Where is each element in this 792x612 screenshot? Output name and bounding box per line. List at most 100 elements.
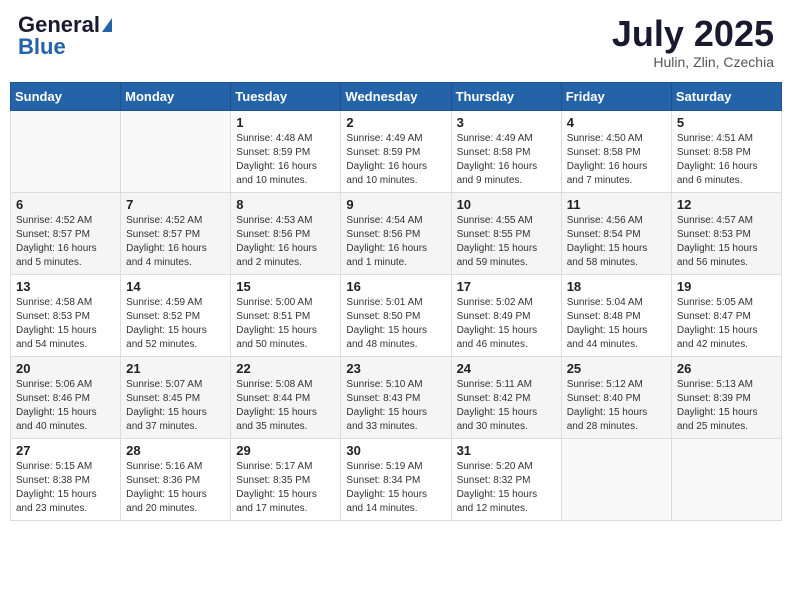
calendar-day-cell: 13Sunrise: 4:58 AM Sunset: 8:53 PM Dayli…	[11, 274, 121, 356]
day-number: 29	[236, 443, 335, 458]
day-number: 22	[236, 361, 335, 376]
day-of-week-header: Thursday	[451, 82, 561, 110]
logo-general-text: General	[18, 14, 100, 36]
day-info: Sunrise: 5:06 AM Sunset: 8:46 PM Dayligh…	[16, 378, 115, 434]
calendar-day-cell: 12 Sunrise: 4:57 AM Sunset: 8:53 PM Dayli…	[671, 192, 781, 274]
day-of-week-header: Tuesday	[231, 82, 341, 110]
calendar-day-cell: 30Sunrise: 5:19 AM Sunset: 8:34 PM Dayli…	[341, 438, 451, 520]
day-of-week-header: Wednesday	[341, 82, 451, 110]
calendar-day-cell: 20 Sunrise: 5:06 AM Sunset: 8:46 PM Dayli…	[11, 356, 121, 438]
day-number: 7	[126, 197, 225, 212]
day-number: 12	[677, 197, 776, 212]
day-info: Sunrise: 4:54 AM Sunset: 8:56 PM Dayligh…	[346, 214, 445, 270]
day-number: 5	[677, 115, 776, 130]
day-number: 26	[677, 361, 776, 376]
day-number: 17	[457, 279, 556, 294]
calendar-day-cell: 15 Sunrise: 5:00 AM Sunset: 8:51 PM Dayli…	[231, 274, 341, 356]
calendar-day-cell: 17 Sunrise: 5:02 AM Sunset: 8:49 PM Dayli…	[451, 274, 561, 356]
calendar-day-cell: 11 Sunrise: 4:56 AM Sunset: 8:54 PM Dayli…	[561, 192, 671, 274]
day-of-week-header: Saturday	[671, 82, 781, 110]
day-info: Sunrise: 4:53 AM Sunset: 8:56 PM Dayligh…	[236, 214, 335, 270]
day-number: 13	[16, 279, 115, 294]
calendar-day-cell: 23 Sunrise: 5:10 AM Sunset: 8:43 PM Dayli…	[341, 356, 451, 438]
day-number: 23	[346, 361, 445, 376]
day-number: 21	[126, 361, 225, 376]
calendar-day-cell	[561, 438, 671, 520]
day-info: Sunrise: 5:13 AM Sunset: 8:39 PM Dayligh…	[677, 378, 776, 434]
calendar-day-cell: 18 Sunrise: 5:04 AM Sunset: 8:48 PM Dayli…	[561, 274, 671, 356]
day-number: 20	[16, 361, 115, 376]
day-number: 16	[346, 279, 445, 294]
day-info: Sunrise: 4:56 AM Sunset: 8:54 PM Dayligh…	[567, 214, 666, 270]
day-number: 8	[236, 197, 335, 212]
day-info: Sunrise: 5:10 AM Sunset: 8:43 PM Dayligh…	[346, 378, 445, 434]
day-of-week-header: Friday	[561, 82, 671, 110]
day-info: Sunrise: 5:12 AM Sunset: 8:40 PM Dayligh…	[567, 378, 666, 434]
calendar-table: SundayMondayTuesdayWednesdayThursdayFrid…	[10, 82, 782, 521]
page-header: General Blue July 2025 Hulin, Zlin, Czec…	[10, 10, 782, 74]
day-number: 3	[457, 115, 556, 130]
calendar-day-cell: 21 Sunrise: 5:07 AM Sunset: 8:45 PM Dayli…	[121, 356, 231, 438]
day-info: Sunrise: 5:02 AM Sunset: 8:49 PM Dayligh…	[457, 296, 556, 352]
calendar-day-cell	[11, 110, 121, 192]
calendar-week-row: 20 Sunrise: 5:06 AM Sunset: 8:46 PM Dayli…	[11, 356, 782, 438]
day-info: Sunrise: 4:49 AM Sunset: 8:58 PM Dayligh…	[457, 132, 556, 188]
day-number: 14	[126, 279, 225, 294]
calendar-day-cell: 9 Sunrise: 4:54 AM Sunset: 8:56 PM Daylig…	[341, 192, 451, 274]
day-of-week-header: Sunday	[11, 82, 121, 110]
day-info: Sunrise: 5:08 AM Sunset: 8:44 PM Dayligh…	[236, 378, 335, 434]
calendar-day-cell: 8 Sunrise: 4:53 AM Sunset: 8:56 PM Daylig…	[231, 192, 341, 274]
calendar-day-cell: 14Sunrise: 4:59 AM Sunset: 8:52 PM Dayli…	[121, 274, 231, 356]
day-info: Sunrise: 5:05 AM Sunset: 8:47 PM Dayligh…	[677, 296, 776, 352]
calendar-week-row: 13Sunrise: 4:58 AM Sunset: 8:53 PM Dayli…	[11, 274, 782, 356]
calendar-day-cell: 28Sunrise: 5:16 AM Sunset: 8:36 PM Dayli…	[121, 438, 231, 520]
day-number: 9	[346, 197, 445, 212]
calendar-day-cell	[671, 438, 781, 520]
day-number: 4	[567, 115, 666, 130]
calendar-week-row: 1 Sunrise: 4:48 AM Sunset: 8:59 PM Daylig…	[11, 110, 782, 192]
day-info: Sunrise: 5:15 AM Sunset: 8:38 PM Dayligh…	[16, 460, 115, 516]
day-info: Sunrise: 4:57 AM Sunset: 8:53 PM Dayligh…	[677, 214, 776, 270]
calendar-day-cell: 2Sunrise: 4:49 AM Sunset: 8:59 PM Daylig…	[341, 110, 451, 192]
day-number: 18	[567, 279, 666, 294]
day-info: Sunrise: 5:01 AM Sunset: 8:50 PM Dayligh…	[346, 296, 445, 352]
location-subtitle: Hulin, Zlin, Czechia	[612, 54, 774, 70]
calendar-week-row: 27Sunrise: 5:15 AM Sunset: 8:38 PM Dayli…	[11, 438, 782, 520]
day-number: 10	[457, 197, 556, 212]
calendar-day-cell: 1 Sunrise: 4:48 AM Sunset: 8:59 PM Daylig…	[231, 110, 341, 192]
day-number: 1	[236, 115, 335, 130]
calendar-day-cell: 26 Sunrise: 5:13 AM Sunset: 8:39 PM Dayli…	[671, 356, 781, 438]
day-info: Sunrise: 5:04 AM Sunset: 8:48 PM Dayligh…	[567, 296, 666, 352]
calendar-day-cell	[121, 110, 231, 192]
day-info: Sunrise: 4:50 AM Sunset: 8:58 PM Dayligh…	[567, 132, 666, 188]
day-info: Sunrise: 5:00 AM Sunset: 8:51 PM Dayligh…	[236, 296, 335, 352]
calendar-day-cell: 7Sunrise: 4:52 AM Sunset: 8:57 PM Daylig…	[121, 192, 231, 274]
calendar-day-cell: 24Sunrise: 5:11 AM Sunset: 8:42 PM Dayli…	[451, 356, 561, 438]
logo-line1: General	[18, 14, 112, 36]
calendar-day-cell: 19 Sunrise: 5:05 AM Sunset: 8:47 PM Dayli…	[671, 274, 781, 356]
day-number: 6	[16, 197, 115, 212]
logo: General Blue	[18, 14, 112, 58]
day-info: Sunrise: 5:07 AM Sunset: 8:45 PM Dayligh…	[126, 378, 225, 434]
day-number: 19	[677, 279, 776, 294]
day-number: 31	[457, 443, 556, 458]
day-number: 15	[236, 279, 335, 294]
day-info: Sunrise: 5:20 AM Sunset: 8:32 PM Dayligh…	[457, 460, 556, 516]
day-info: Sunrise: 4:51 AM Sunset: 8:58 PM Dayligh…	[677, 132, 776, 188]
day-info: Sunrise: 5:17 AM Sunset: 8:35 PM Dayligh…	[236, 460, 335, 516]
logo-triangle-icon	[102, 18, 112, 32]
calendar-day-cell: 6Sunrise: 4:52 AM Sunset: 8:57 PM Daylig…	[11, 192, 121, 274]
day-of-week-header: Monday	[121, 82, 231, 110]
day-number: 11	[567, 197, 666, 212]
logo-blue-text: Blue	[18, 36, 66, 58]
day-number: 24	[457, 361, 556, 376]
day-info: Sunrise: 4:48 AM Sunset: 8:59 PM Dayligh…	[236, 132, 335, 188]
calendar-header-row: SundayMondayTuesdayWednesdayThursdayFrid…	[11, 82, 782, 110]
title-area: July 2025 Hulin, Zlin, Czechia	[612, 14, 774, 70]
day-number: 2	[346, 115, 445, 130]
day-number: 25	[567, 361, 666, 376]
calendar-week-row: 6Sunrise: 4:52 AM Sunset: 8:57 PM Daylig…	[11, 192, 782, 274]
calendar-day-cell: 22 Sunrise: 5:08 AM Sunset: 8:44 PM Dayli…	[231, 356, 341, 438]
calendar-day-cell: 29 Sunrise: 5:17 AM Sunset: 8:35 PM Dayli…	[231, 438, 341, 520]
calendar-day-cell: 16 Sunrise: 5:01 AM Sunset: 8:50 PM Dayli…	[341, 274, 451, 356]
